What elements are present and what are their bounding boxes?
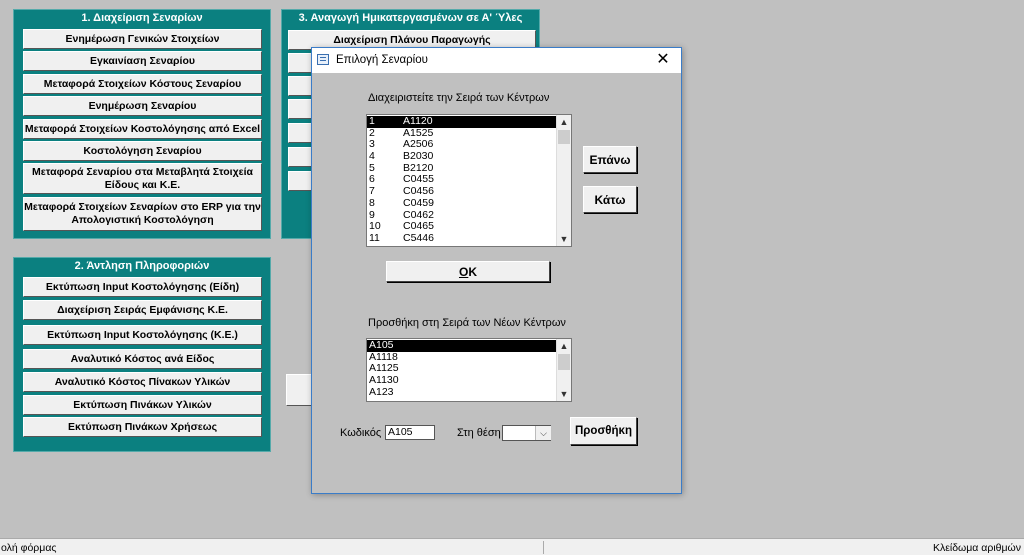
panel1-button-7[interactable]: Μεταφορά Σεναρίου στα Μεταβλητά Στοιχεία… xyxy=(23,163,262,194)
panel1-button-3[interactable]: Μεταφορά Στοιχείων Κόστους Σεναρίου xyxy=(23,74,262,94)
panel1-button-8[interactable]: Μεταφορά Στοιχείων Σεναρίων στο ERP για … xyxy=(23,197,262,231)
panel1-button-5[interactable]: Μεταφορά Στοιχείων Κοστολόγησης από Exce… xyxy=(23,119,262,139)
centers-list-item[interactable]: 6 C0455 xyxy=(367,174,557,186)
code-input[interactable]: A105 xyxy=(385,425,435,440)
panel2-button-3[interactable]: Εκτύπωση Input Κοστολόγησης (Κ.Ε.) xyxy=(23,325,262,345)
centers-list-item[interactable]: 10 C0465 xyxy=(367,220,557,233)
new-centers-scrollbar[interactable]: ▲ ▼ xyxy=(556,339,571,401)
panel2-button-2[interactable]: Διαχείριση Σειράς Εμφάνισης Κ.Ε. xyxy=(23,300,262,320)
scenario-selection-dialog: Επιλογή Σεναρίου ✕ Διαχειριστείτε την Σε… xyxy=(311,47,682,494)
centers-list-item[interactable]: 3 A2506 xyxy=(367,139,557,151)
panel1-button-2[interactable]: Εγκαινίαση Σεναρίου xyxy=(23,51,262,71)
centers-label: Διαχειριστείτε την Σειρά των Κέντρων xyxy=(368,92,550,104)
center-code: C0459 xyxy=(403,196,434,209)
panel-title: 1. Διαχείριση Σεναρίων xyxy=(81,12,203,24)
centers-list-item[interactable]: 9 C0462 xyxy=(367,209,557,222)
scroll-down-icon[interactable]: ▼ xyxy=(557,387,571,401)
panel2-button-7[interactable]: Εκτύπωση Πινάκων Χρήσεως xyxy=(23,417,262,437)
centers-scrollbar[interactable]: ▲ ▼ xyxy=(556,115,571,246)
dialog-title: Επιλογή Σεναρίου xyxy=(336,54,428,66)
center-order: 11 xyxy=(369,231,380,244)
new-centers-list-item[interactable]: A123 xyxy=(367,385,557,399)
centers-list-item[interactable]: 2 A1525 xyxy=(367,127,557,140)
scroll-thumb[interactable] xyxy=(558,354,570,370)
ok-label-accesskey: O xyxy=(458,264,469,279)
move-up-button[interactable]: Επάνω xyxy=(583,146,637,173)
new-centers-label: Προσθήκη στη Σειρά των Νέων Κέντρων xyxy=(368,317,566,329)
add-button[interactable]: Προσθήκη xyxy=(570,417,637,445)
center-order: 8 xyxy=(369,196,375,209)
new-center-code: A1130 xyxy=(369,374,399,387)
scroll-up-icon[interactable]: ▲ xyxy=(557,339,571,353)
panel2-button-6[interactable]: Εκτύπωση Πινάκων Υλικών xyxy=(23,395,262,415)
panel1-button-6[interactable]: Κοστολόγηση Σεναρίου xyxy=(23,141,262,161)
ok-label-rest: K xyxy=(468,264,477,279)
position-label: Στη θέση xyxy=(457,427,501,439)
center-code: C5446 xyxy=(403,231,434,244)
ok-button[interactable]: OK xyxy=(386,261,550,282)
form-icon xyxy=(317,54,329,65)
new-centers-listbox[interactable]: A105 A1118 A1125 A1130 A123 ▲ ▼ xyxy=(366,338,572,402)
centers-listbox[interactable]: 1 A1120 2 A1525 3 A2506 4 B2030 5 B2120 6 C0455 7 C04… xyxy=(366,114,572,247)
new-centers-list-item[interactable]: A1130 xyxy=(367,374,557,387)
new-center-code: A123 xyxy=(369,385,394,398)
centers-list-item[interactable]: 5 B2120 xyxy=(367,162,557,175)
centers-list-item[interactable]: 4 B2030 xyxy=(367,150,557,163)
scroll-down-icon[interactable]: ▼ xyxy=(557,232,571,246)
status-bar: ολή φόρμας Κλείδωμα αριθμών xyxy=(0,538,1024,555)
status-right: Κλείδωμα αριθμών xyxy=(932,542,1021,554)
status-left: ολή φόρμας xyxy=(1,542,57,554)
centers-list-item[interactable]: 1 A1120 xyxy=(367,115,557,128)
new-centers-list-item[interactable]: A105 xyxy=(367,339,557,352)
panel1-button-1[interactable]: Ενημέρωση Γενικών Στοιχείων xyxy=(23,29,262,49)
status-divider xyxy=(543,541,544,554)
chevron-down-icon[interactable]: ⌵ xyxy=(535,426,551,440)
scroll-thumb[interactable] xyxy=(558,130,570,144)
centers-list-item[interactable]: 11 C5446 xyxy=(367,231,557,245)
close-icon[interactable]: ✕ xyxy=(651,50,675,70)
scroll-up-icon[interactable]: ▲ xyxy=(557,115,571,129)
panel2-button-5[interactable]: Αναλυτικό Κόστος Πίνακων Υλικών xyxy=(23,372,262,392)
panel2-button-1[interactable]: Εκτύπωση Input Κοστολόγησης (Είδη) xyxy=(23,277,262,297)
new-center-code: A105 xyxy=(369,339,394,351)
panel1-button-4[interactable]: Ενημέρωση Σεναρίου xyxy=(23,96,262,116)
panel2-button-4[interactable]: Αναλυτικό Κόστος ανά Είδος xyxy=(23,349,262,369)
center-code: A1120 xyxy=(403,115,433,127)
dialog-titlebar: Επιλογή Σεναρίου ✕ xyxy=(312,48,681,73)
panel-title: 3. Αναγωγή Ημικατεργασμένων σε Α' Ύλες xyxy=(298,12,523,24)
center-order: 1 xyxy=(369,115,375,127)
centers-list-item[interactable]: 8 C0459 xyxy=(367,196,557,210)
move-down-button[interactable]: Κάτω xyxy=(583,186,637,213)
center-code: B2030 xyxy=(403,150,434,163)
center-order: 4 xyxy=(369,150,375,163)
centers-list-item[interactable]: 7 C0456 xyxy=(367,185,557,198)
code-label: Κωδικός : xyxy=(340,427,388,439)
panel-title: 2. Άντληση Πληροφοριών xyxy=(74,260,210,272)
